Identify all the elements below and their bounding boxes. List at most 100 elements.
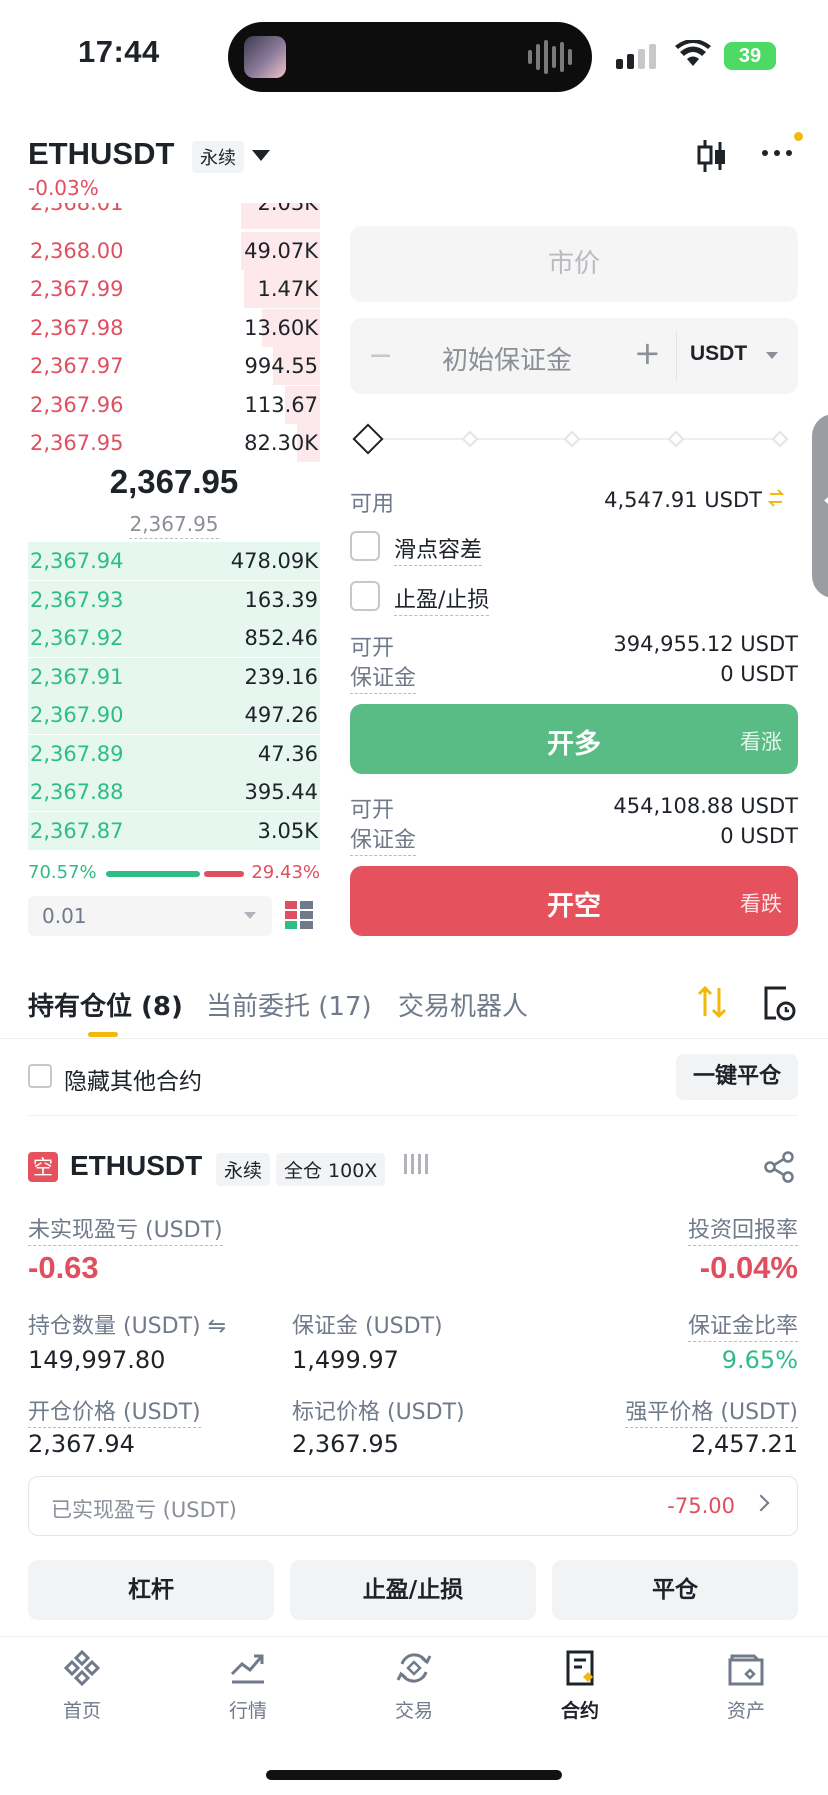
chevron-down-icon [244, 912, 256, 919]
share-icon[interactable] [762, 1150, 796, 1184]
bid-price: 2,367.93 [30, 587, 124, 612]
symbol-dropdown-icon[interactable] [252, 150, 270, 161]
hide-other-contracts-checkbox[interactable] [28, 1064, 52, 1088]
sell-ratio: 29.43% [251, 862, 320, 883]
ask-quantity: 82.30K [244, 431, 318, 455]
ask-quantity: 13.60K [244, 315, 318, 340]
tpsl-checkbox[interactable] [350, 581, 380, 611]
wallet-icon [728, 1654, 764, 1686]
nav-trade[interactable]: 交易 [359, 1648, 469, 1723]
bid-row[interactable]: 2,367.91 239.16 [28, 657, 320, 696]
bid-row[interactable]: 2,367.90 497.26 [28, 696, 320, 734]
home-indicator[interactable] [266, 1770, 562, 1780]
increase-icon[interactable]: + [634, 334, 661, 372]
nav-assets[interactable]: 资产 [691, 1648, 801, 1723]
chevron-left-icon: ‹ [820, 466, 828, 531]
mark-price[interactable]: 2,367.95 [28, 512, 320, 539]
long-max-open-value: 394,955.12 USDT [613, 632, 798, 656]
order-history-icon[interactable] [762, 984, 796, 1022]
adl-indicator-icon [404, 1154, 428, 1174]
leverage-slider-handle[interactable] [352, 423, 384, 455]
entry-price-value: 2,367.94 [28, 1430, 135, 1458]
price-change: -0.03% [28, 176, 99, 200]
ask-price: 2,367.97 [30, 354, 124, 378]
bid-quantity: 47.36 [257, 741, 318, 766]
contract-type-tag: 永续 [192, 141, 244, 173]
ask-row[interactable]: 2,367.98 13.60K [28, 308, 320, 347]
bid-row[interactable]: 2,367.92 852.46 [28, 619, 320, 657]
close-position-button[interactable]: 平仓 [552, 1560, 798, 1620]
audio-wave-icon [528, 40, 572, 74]
ask-row[interactable]: 2,367.96 113.67 [28, 385, 320, 424]
tpsl-button[interactable]: 止盈/止损 [290, 1560, 536, 1620]
short-max-open-label: 可开 [350, 798, 395, 823]
ask-row[interactable]: 2,367.97 994.55 [28, 347, 320, 385]
candlestick-chart-icon[interactable] [696, 138, 728, 174]
bid-quantity: 3.05K [257, 818, 318, 843]
chevron-right-icon [752, 1494, 770, 1512]
long-max-open-label: 可开 [350, 636, 395, 661]
wifi-icon [675, 40, 711, 66]
mark-price-label: 标记价格 (USDT) [292, 1400, 465, 1425]
bid-row[interactable]: 2,367.88 395.44 [28, 773, 320, 811]
decrease-icon[interactable]: − [368, 338, 393, 373]
slider-step-75[interactable] [667, 430, 685, 448]
tab-open-orders[interactable]: 当前委托 (17) [206, 986, 372, 1023]
hide-other-contracts-label[interactable]: 隐藏其他合约 [64, 1062, 202, 1096]
nav-futures[interactable]: 合约 [525, 1648, 635, 1723]
nav-markets[interactable]: 行情 [193, 1648, 303, 1723]
open-short-button[interactable]: 开空 看跌 [350, 866, 798, 936]
battery-icon: 39 [724, 42, 776, 70]
bid-row[interactable]: 2,367.87 3.05K [28, 811, 320, 850]
initial-margin-input[interactable]: − 初始保证金 + USDT [350, 318, 798, 394]
leverage-button[interactable]: 杠杆 [28, 1560, 274, 1620]
slippage-checkbox[interactable] [350, 531, 380, 561]
order-type-select[interactable]: 市价 [350, 226, 798, 302]
more-menu-icon[interactable] [762, 150, 792, 156]
open-long-button[interactable]: 开多 看涨 [350, 704, 798, 774]
side-panel-handle[interactable]: ‹ [812, 414, 828, 598]
symbol-title[interactable]: ETHUSDT [28, 136, 174, 172]
sort-icon[interactable] [696, 984, 728, 1020]
ask-row[interactable]: 2,367.95 82.30K [28, 424, 320, 462]
close-all-positions-button[interactable]: 一键平仓 [676, 1054, 798, 1100]
bid-price: 2,367.91 [30, 664, 124, 689]
ask-row[interactable]: 2,367.99 1.47K [28, 270, 320, 308]
active-tab-indicator [88, 1032, 118, 1037]
transfer-icon[interactable] [768, 486, 784, 510]
margin-unit-select[interactable]: USDT [690, 342, 747, 366]
margin-ratio-value: 9.65% [721, 1346, 798, 1374]
short-margin-label: 保证金 [350, 822, 417, 856]
ask-price: 2,367.96 [30, 392, 124, 417]
slider-step-25[interactable] [461, 430, 479, 448]
bid-quantity: 239.16 [244, 664, 318, 689]
nav-home[interactable]: 首页 [27, 1648, 137, 1723]
position-margin-mode[interactable]: 全仓 100X [276, 1153, 386, 1186]
ask-row[interactable]: 2,368.01 2.03K [28, 203, 320, 229]
bid-price: 2,367.87 [30, 818, 124, 843]
tab-trading-bots[interactable]: 交易机器人 [398, 986, 528, 1023]
depth-step-select[interactable]: 0.01 [28, 896, 272, 936]
position-contract-type: 永续 [216, 1153, 271, 1186]
ask-quantity: 1.47K [257, 277, 318, 301]
status-time: 17:44 [78, 34, 160, 69]
orderbook-layout-icon[interactable] [284, 900, 314, 930]
swap-units-icon[interactable]: ⇋ [208, 1314, 226, 1339]
slider-step-50[interactable] [563, 430, 581, 448]
realized-pnl-row[interactable]: 已实现盈亏 (USDT) -75.00 [28, 1476, 798, 1536]
ask-quantity: 2.03K [257, 203, 318, 215]
bid-quantity: 163.39 [244, 587, 318, 612]
nav-divider [0, 1636, 828, 1637]
bid-row[interactable]: 2,367.94 478.09K [28, 542, 320, 580]
realized-pnl-value: -75.00 [667, 1494, 735, 1518]
bid-row[interactable]: 2,367.89 47.36 [28, 734, 320, 773]
position-symbol[interactable]: ETHUSDT [70, 1150, 202, 1182]
bid-row[interactable]: 2,367.93 163.39 [28, 580, 320, 619]
bid-price: 2,367.90 [30, 703, 124, 727]
ask-quantity: 994.55 [244, 354, 318, 378]
tab-positions[interactable]: 持有仓位 (8) [28, 986, 183, 1023]
bid-price: 2,367.89 [30, 741, 124, 766]
slider-step-100[interactable] [771, 430, 789, 448]
ask-row[interactable]: 2,368.00 49.07K [28, 231, 320, 270]
margin-value: 1,499.97 [292, 1346, 399, 1374]
